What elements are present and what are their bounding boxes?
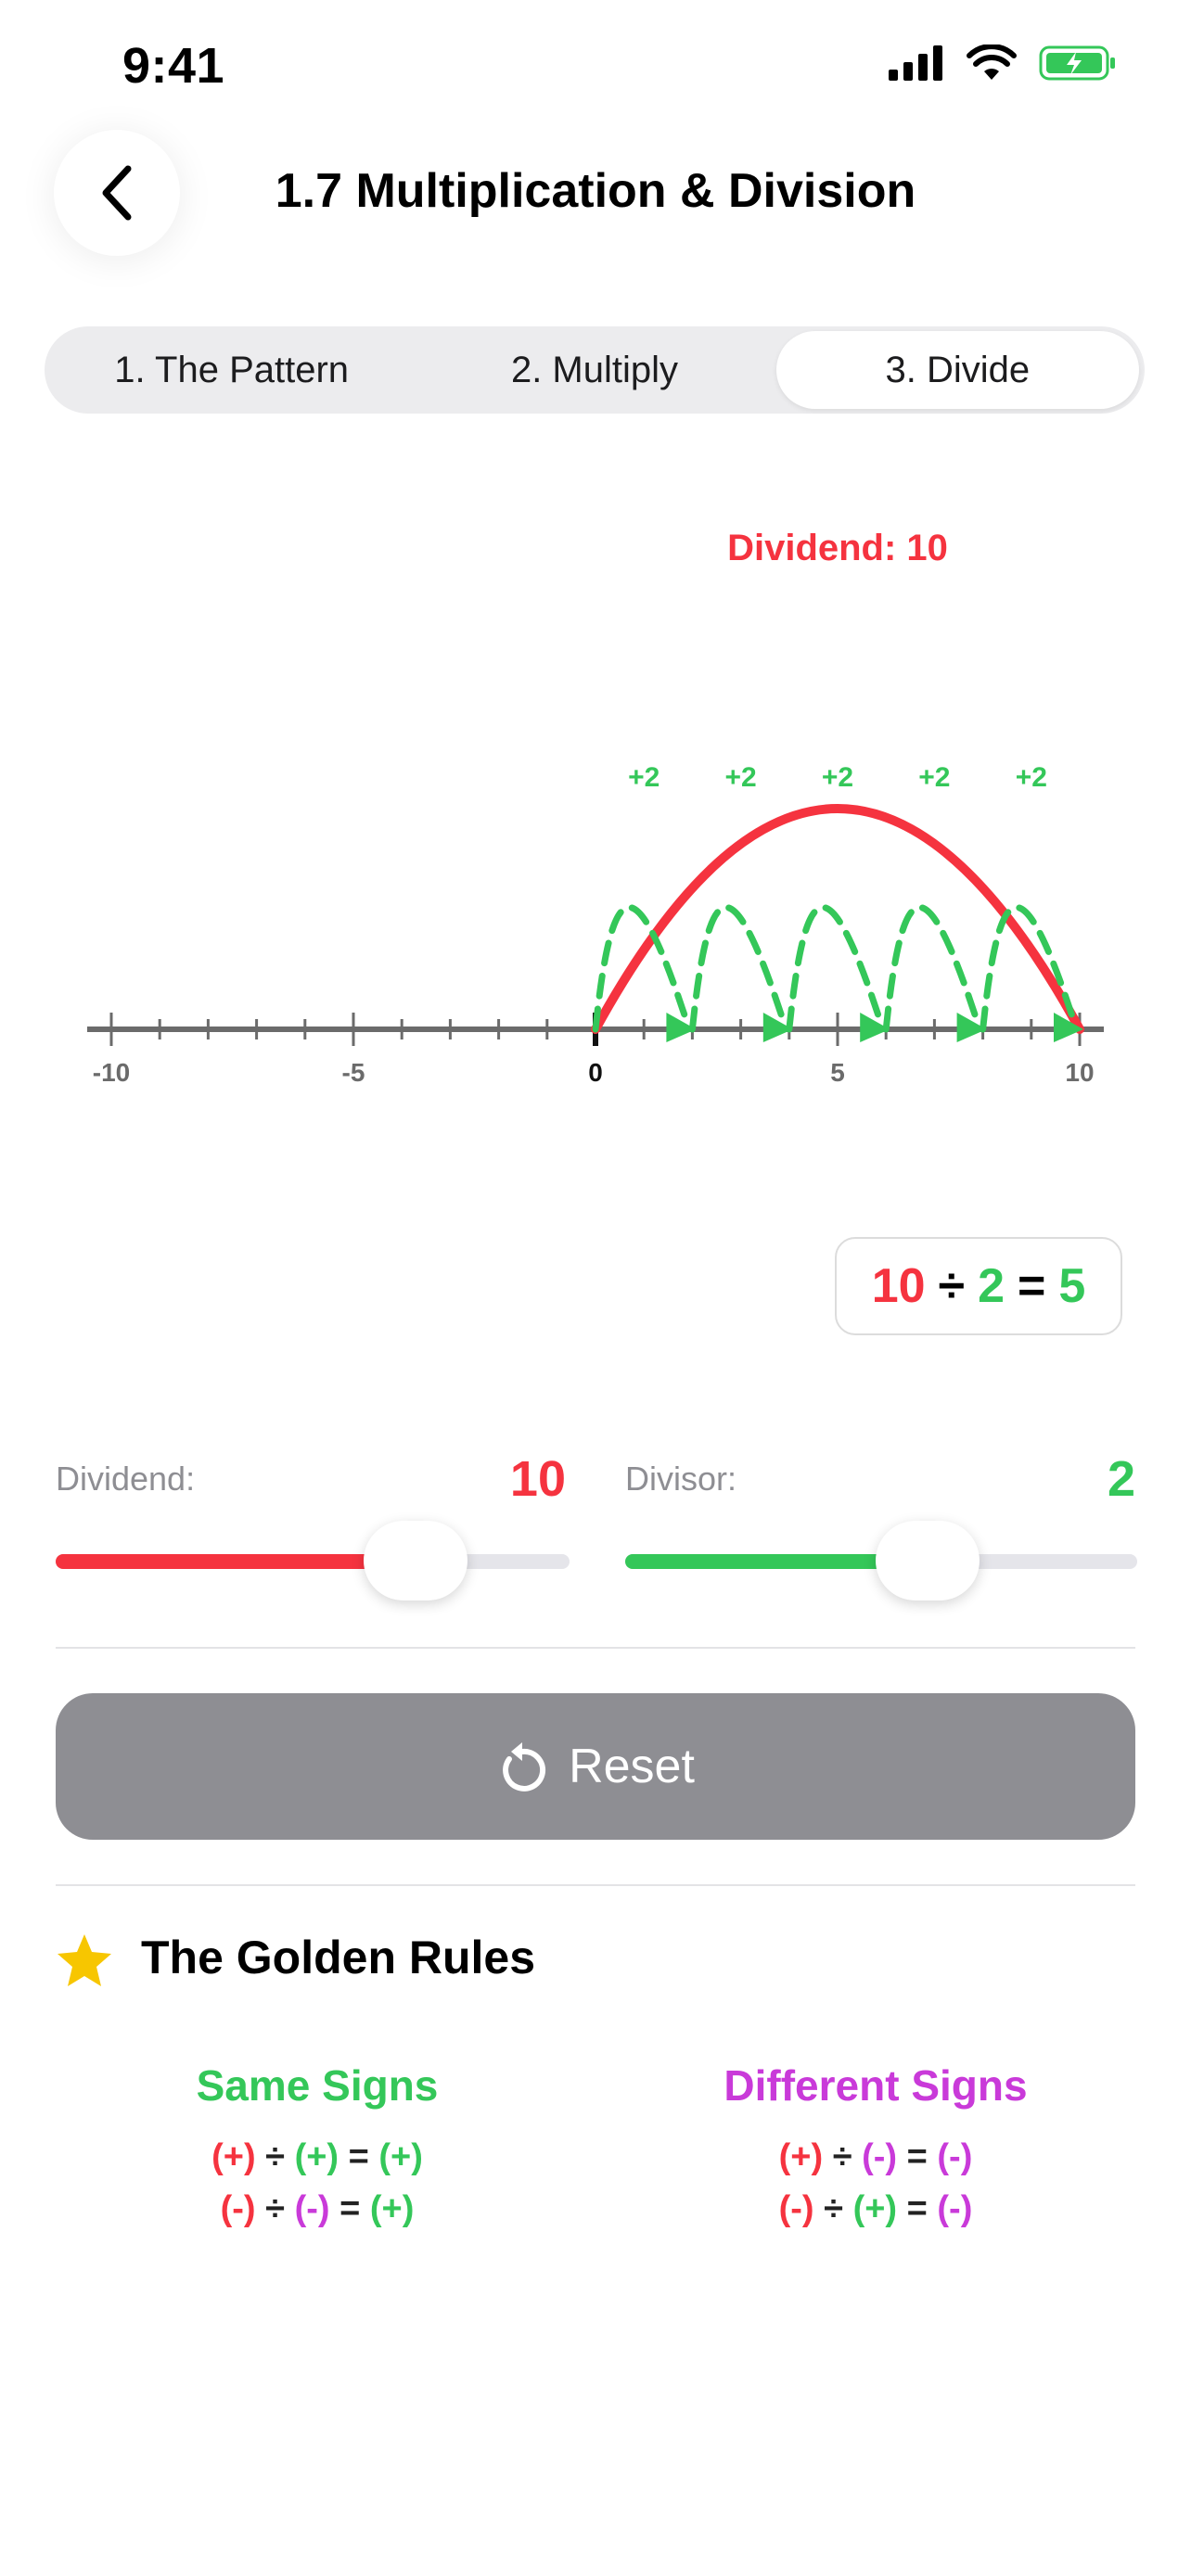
jump-label: +2 [1016, 762, 1047, 793]
tab-the-pattern[interactable]: 1. The Pattern [50, 331, 413, 409]
rule-operator: ÷ [265, 2189, 286, 2228]
rule-term: (-) [778, 2189, 814, 2228]
wifi-icon [967, 45, 1017, 80]
tick-label: 0 [588, 1058, 603, 1087]
battery-icon [1039, 45, 1115, 81]
reset-label: Reset [569, 1740, 695, 1793]
divisor-value: 2 [1107, 1451, 1135, 1507]
rule-term: (+) [778, 2137, 824, 2176]
divisor-slider-thumb[interactable] [875, 1521, 980, 1600]
jump-label: +2 [628, 762, 660, 793]
equation-equals: = [1018, 1259, 1046, 1313]
rule-line: (-) ÷ (+) = (-) [634, 2183, 1117, 2235]
jump-arc [688, 904, 788, 1033]
rule-term: (+) [852, 2189, 898, 2228]
dividend-label: Dividend: [56, 1460, 196, 1498]
divider [56, 1647, 1135, 1649]
rule-equals: = [348, 2137, 369, 2176]
rule-operator: ÷ [265, 2137, 286, 2176]
tab-multiply[interactable]: 2. Multiply [413, 331, 775, 409]
rule-line: (-) ÷ (-) = (+) [76, 2183, 558, 2235]
divisor-label: Divisor: [625, 1460, 737, 1498]
divider [56, 1884, 1135, 1886]
jump-arc [786, 904, 884, 1033]
jump-arc [980, 904, 1078, 1033]
divisor-slider[interactable] [625, 1521, 1137, 1600]
rule-term: (+) [211, 2137, 256, 2176]
number-line-chart: Dividend: 10 -10 -5 0 5 10 +2 +2 +2 +2 +2 [87, 528, 1104, 1087]
rule-term: (+) [294, 2137, 339, 2176]
tick-label: -5 [342, 1058, 365, 1087]
tab-label: 3. Divide [885, 349, 1031, 390]
equation-dividend: 10 [871, 1259, 926, 1313]
different-signs-heading: Different Signs [724, 2061, 1028, 2110]
tick-label: 10 [1065, 1058, 1094, 1087]
same-signs-heading: Same Signs [196, 2061, 439, 2110]
equation-divisor: 2 [978, 1259, 1005, 1313]
different-signs-card: Different Signs (+) ÷ (-) = (-) (-) ÷ (+… [634, 2060, 1117, 2235]
jump-label: +2 [918, 762, 950, 793]
rule-term: (-) [862, 2137, 898, 2176]
equation-box: 10 ÷ 2 = 5 [835, 1237, 1122, 1335]
rule-term: (-) [294, 2189, 330, 2228]
signal-icon [889, 45, 942, 81]
rule-equals: = [906, 2189, 928, 2228]
dividend-slider-thumb[interactable] [363, 1521, 467, 1600]
golden-rules-title: The Golden Rules [141, 1932, 536, 1983]
rule-line: (+) ÷ (+) = (+) [76, 2131, 558, 2183]
status-time: 9:41 [122, 38, 225, 94]
dividend-value: 10 [509, 1451, 566, 1507]
dividend-slider[interactable] [56, 1521, 570, 1600]
tab-label: 2. Multiply [510, 349, 679, 390]
jump-label: +2 [822, 762, 853, 793]
rule-equals: = [339, 2189, 361, 2228]
rule-result: (+) [378, 2137, 423, 2176]
tab-label: 1. The Pattern [114, 349, 350, 390]
tab-divide[interactable]: 3. Divide [775, 331, 1139, 409]
page-title: 1.7 Multiplication & Division [275, 164, 916, 218]
tick-label: 5 [830, 1058, 845, 1087]
rule-operator: ÷ [824, 2189, 844, 2228]
reset-button[interactable]: Reset [56, 1693, 1135, 1840]
star-icon [58, 1934, 111, 1986]
rule-result: (-) [937, 2189, 973, 2228]
rule-equals: = [906, 2137, 928, 2176]
rule-term: (-) [220, 2189, 256, 2228]
rule-result: (-) [937, 2137, 973, 2176]
rule-operator: ÷ [832, 2137, 852, 2176]
rule-result: (+) [369, 2189, 415, 2228]
dividend-slider-fill [56, 1554, 416, 1569]
jump-label: +2 [724, 762, 756, 793]
equation-result: 5 [1058, 1259, 1086, 1313]
chart-title: Dividend: 10 [727, 528, 948, 568]
rule-line: (+) ÷ (-) = (-) [634, 2131, 1117, 2183]
tick-label: -10 [93, 1058, 130, 1087]
reset-icon [503, 1742, 546, 1792]
equation-operator: ÷ [938, 1259, 966, 1313]
jump-arc [882, 904, 981, 1033]
same-signs-card: Same Signs (+) ÷ (+) = (+) (-) ÷ (-) = (… [76, 2060, 558, 2235]
status-icons [889, 45, 1117, 82]
segmented-control: 1. The Pattern 2. Multiply 3. Divide [45, 326, 1145, 414]
